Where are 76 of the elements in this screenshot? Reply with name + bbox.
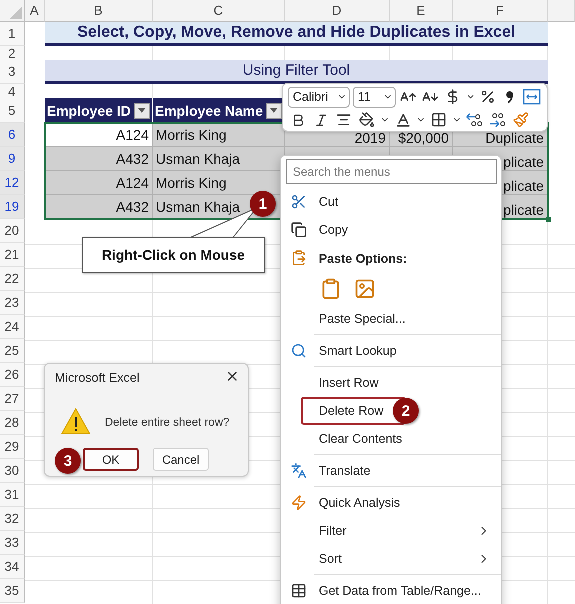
row-number[interactable]: 32 [0, 507, 25, 531]
table-cell: A432 [45, 147, 153, 171]
cancel-button[interactable]: Cancel [153, 448, 209, 471]
table-cell: A124 [45, 171, 153, 195]
column-header[interactable]: E [390, 0, 453, 22]
fill-handle[interactable] [546, 217, 551, 222]
row-number[interactable]: 28 [0, 411, 25, 435]
font-select[interactable]: Calibri [288, 86, 350, 108]
filter-button[interactable] [134, 102, 150, 118]
dialog-title: Microsoft Excel [55, 371, 140, 385]
scissors-icon [291, 194, 307, 210]
copy-icon [291, 222, 307, 238]
clipboard-icon [291, 250, 307, 266]
row-number[interactable]: 22 [0, 267, 25, 291]
ok-button[interactable]: OK [83, 448, 139, 471]
filter-button[interactable] [266, 102, 282, 118]
menu-item[interactable]: Get Data from Table/Range... [281, 577, 501, 604]
menu-item[interactable]: Insert Row [281, 369, 501, 397]
search-field[interactable]: Search the menus [286, 159, 497, 184]
row-number[interactable]: 34 [0, 555, 25, 579]
step-marker: 2 [393, 398, 419, 424]
row-number[interactable]: 1 [0, 22, 25, 46]
row-number[interactable]: 6 [0, 123, 25, 147]
row-number[interactable]: 9 [0, 147, 25, 171]
row-number[interactable]: 27 [0, 387, 25, 411]
row-number[interactable]: 12 [0, 171, 25, 195]
search-icon [291, 343, 307, 359]
menu-item[interactable]: Clear Contents [281, 425, 501, 453]
menu-item[interactable]: Filter [281, 517, 501, 545]
row-number[interactable]: 33 [0, 531, 25, 555]
section-heading: Using Filter Tool [45, 60, 548, 84]
row-number[interactable]: 24 [0, 315, 25, 339]
column-header[interactable]: F [453, 0, 548, 22]
row-number[interactable]: 31 [0, 483, 25, 507]
close-button[interactable] [225, 369, 240, 384]
menu-item[interactable]: Sort [281, 545, 501, 573]
row-number[interactable]: 3 [0, 60, 25, 84]
row-number[interactable]: 19 [0, 195, 25, 219]
menu-item[interactable]: Delete Row 2 [281, 397, 501, 425]
warning-icon [61, 408, 91, 435]
dialog-message: Delete entire sheet row? [105, 417, 230, 429]
menu-item[interactable]: Quick Analysis [281, 489, 501, 517]
translate-icon [291, 463, 307, 479]
column-header[interactable]: A [25, 0, 45, 22]
menu-item[interactable]: Smart Lookup [281, 337, 501, 365]
header-label: Employee Name [155, 102, 264, 118]
menu-item[interactable]: Paste Special... [281, 305, 501, 333]
column-header[interactable]: D [285, 0, 390, 22]
sheet-title: Select, Copy, Move, Remove and Hide Duplicates in Excel [45, 22, 548, 46]
triangle-icon [10, 7, 22, 19]
row-number[interactable]: 23 [0, 291, 25, 315]
column-header[interactable]: C [153, 0, 285, 22]
column-header[interactable]: B [45, 0, 153, 22]
caret-icon [270, 108, 278, 113]
menu-item[interactable]: Translate [281, 457, 501, 485]
menu-item[interactable]: Copy [281, 216, 501, 244]
row-number[interactable]: 20 [0, 219, 25, 243]
table-icon [291, 583, 307, 599]
row-number[interactable]: 30 [0, 459, 25, 483]
row-number[interactable]: 25 [0, 339, 25, 363]
row-number[interactable]: 29 [0, 435, 25, 459]
caret-icon [138, 108, 146, 113]
size-select[interactable]: 11 [352, 86, 396, 108]
table-cell: A432 [45, 195, 153, 219]
row-number[interactable]: 26 [0, 363, 25, 387]
table-cell: Morris King [153, 123, 285, 147]
step-marker: 3 [55, 448, 81, 474]
lightning-icon [291, 495, 307, 511]
row-number[interactable]: 21 [0, 243, 25, 267]
callout-text: Right-Click on Mouse [102, 247, 246, 263]
row-number[interactable]: 5 [0, 98, 25, 123]
menu-heading: Paste Options: [319, 252, 408, 266]
table-cell: A124 [45, 123, 153, 147]
table-cell: Usman Khaja [153, 147, 285, 171]
header-label: Employee ID [47, 102, 132, 118]
row-number[interactable]: 35 [0, 579, 25, 603]
